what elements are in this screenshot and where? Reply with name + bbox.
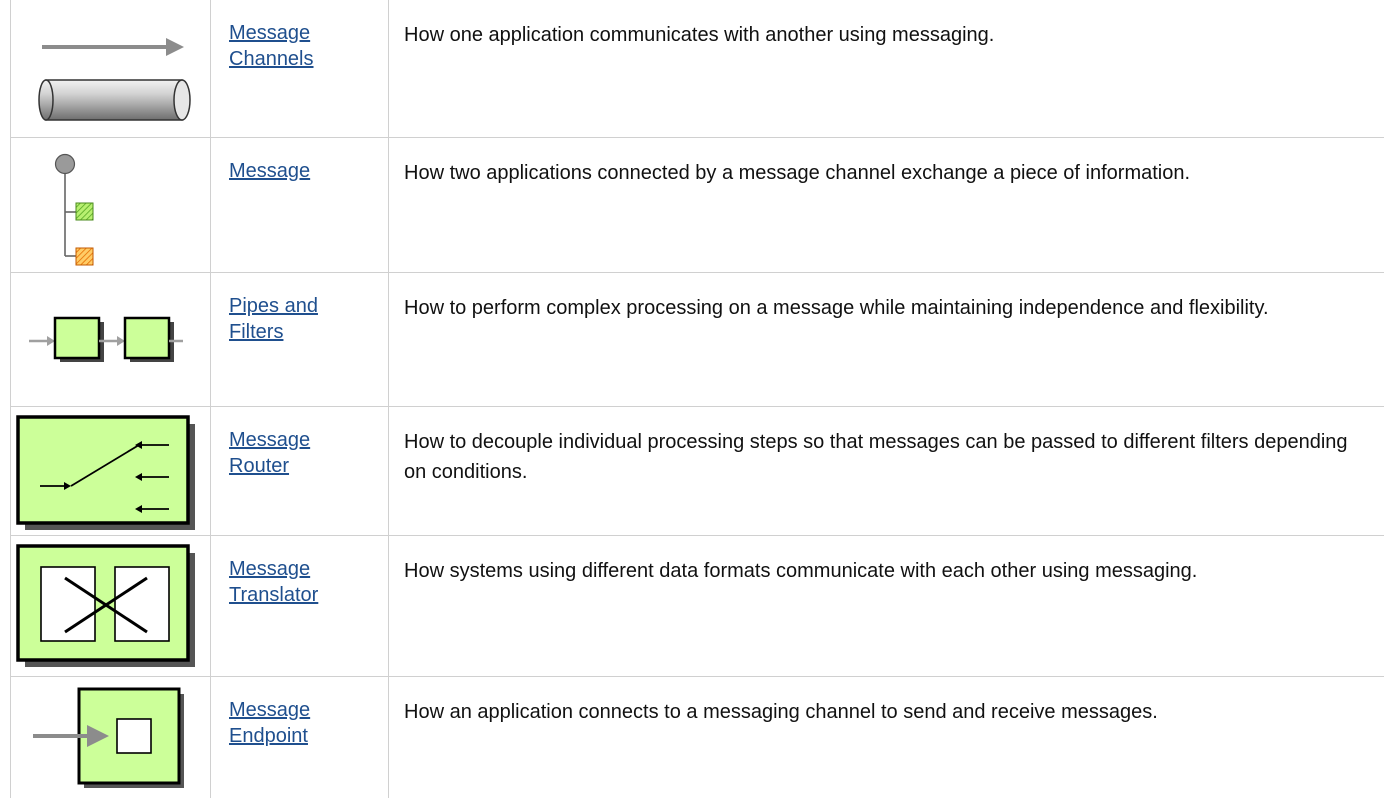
pattern-description: How systems using different data formats… [404,556,1370,586]
description-cell: How an application connects to a messagi… [389,677,1384,799]
icon-cell [11,677,211,799]
name-cell: Message Translator [211,536,389,677]
icon-cell [11,273,211,407]
pattern-description: How an application connects to a messagi… [404,697,1370,727]
description-cell: How one application communicates with an… [389,0,1384,138]
description-cell: How systems using different data formats… [389,536,1384,677]
pattern-description: How to decouple individual processing st… [404,427,1370,487]
message-channels-link[interactable]: Message Channels [229,20,388,72]
message-translator-link[interactable]: Message Translator [229,556,388,608]
message-channel-icon [34,18,194,128]
name-cell: Message Channels [211,0,389,138]
pipes-and-filters-icon [17,310,202,370]
message-translator-icon [15,542,200,672]
message-router-link[interactable]: Message Router [229,427,388,479]
icon-cell [11,138,211,273]
icon-cell [11,536,211,677]
table-row: Message Endpoint How an application conn… [11,677,1384,799]
description-cell: How two applications connected by a mess… [389,138,1384,273]
icon-cell [11,407,211,536]
message-endpoint-link[interactable]: Message Endpoint [229,697,388,749]
table-row: Pipes and Filters How to perform complex… [11,273,1384,407]
pipes-and-filters-link[interactable]: Pipes and Filters [229,293,388,345]
pattern-description: How two applications connected by a mess… [404,158,1370,188]
name-cell: Message Endpoint [211,677,389,799]
table-row: Message Router How to decouple individua… [11,407,1384,536]
table-row: Message Translator How systems using dif… [11,536,1384,677]
description-cell: How to perform complex processing on a m… [389,273,1384,407]
patterns-table: Message Channels How one application com… [10,0,1384,798]
table-row: Message Channels How one application com… [11,0,1384,138]
message-icon [46,152,116,277]
message-endpoint-icon [17,685,202,800]
name-cell: Message Router [211,407,389,536]
description-cell: How to decouple individual processing st… [389,407,1384,536]
name-cell: Message [211,138,389,273]
pattern-description: How to perform complex processing on a m… [404,293,1370,323]
icon-cell [11,0,211,138]
pattern-description: How one application communicates with an… [404,20,1370,50]
table-row: Message How two applications connected b… [11,138,1384,273]
message-link[interactable]: Message [229,158,388,184]
message-router-icon [15,413,200,533]
name-cell: Pipes and Filters [211,273,389,407]
